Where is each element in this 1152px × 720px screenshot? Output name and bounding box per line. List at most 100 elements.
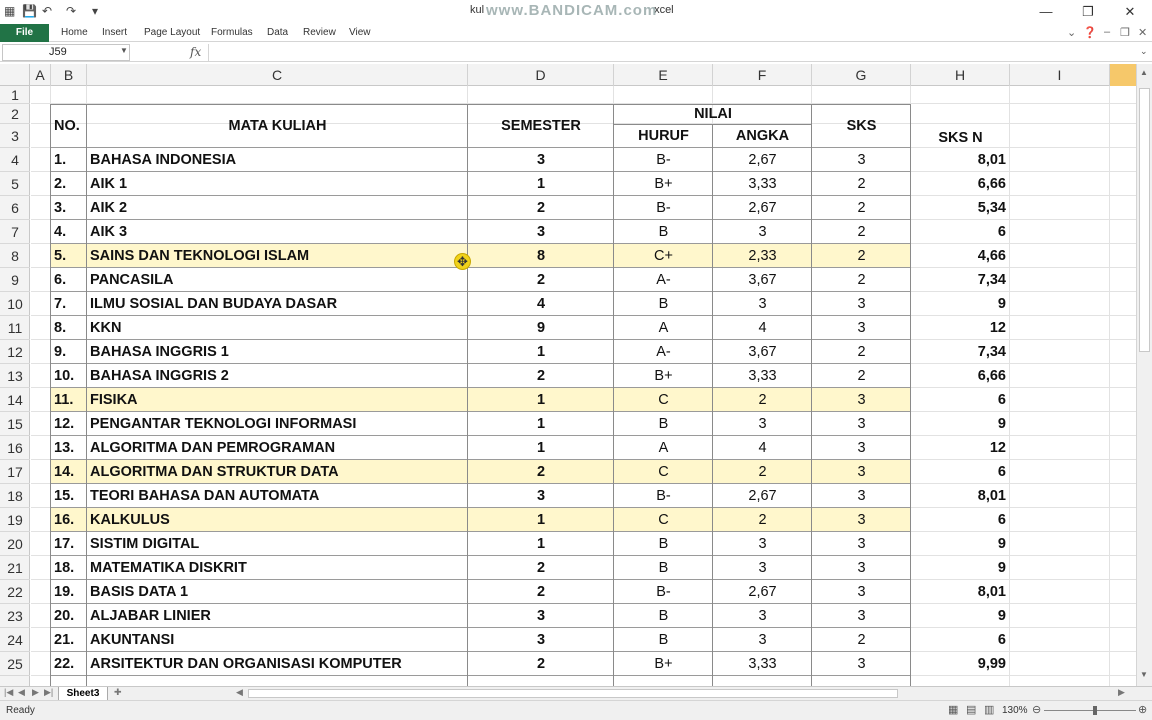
ribbon-minimize-icon[interactable]: – [1104,26,1110,38]
name-box[interactable]: J59 [2,44,130,61]
cell-sks: 2 [857,344,866,360]
cell-angka: 3 [758,416,767,432]
chevron-down-icon[interactable]: ▼ [120,46,128,55]
scroll-right-icon[interactable]: ▶ [1118,687,1125,698]
scroll-down-icon[interactable]: ▼ [1140,670,1148,679]
vertical-scroll-thumb[interactable] [1139,88,1150,352]
scroll-up-icon[interactable]: ▲ [1140,68,1148,77]
row-header[interactable]: 2 [0,104,30,124]
cell-no: 4. [54,224,67,240]
cell-mata-kuliah: PENGANTAR TEKNOLOGI INFORMASI [90,416,357,432]
horizontal-scroll-thumb[interactable] [248,689,898,698]
row-header[interactable]: 24 [0,628,30,652]
row-header[interactable]: 19 [0,508,30,532]
row-header[interactable]: 25 [0,652,30,676]
scroll-left-icon[interactable]: ◀ [236,687,243,698]
cell-sks: 3 [857,536,866,552]
page-break-view-icon[interactable]: ▥ [984,703,994,716]
row-header[interactable]: 22 [0,580,30,604]
row-header[interactable]: 12 [0,340,30,364]
ribbon-restore-icon[interactable]: ❐ [1120,26,1130,39]
expand-formula-bar-icon[interactable]: ⌄ [1140,46,1148,57]
row-header[interactable]: 21 [0,556,30,580]
row-header[interactable]: 7 [0,220,30,244]
column-header-d[interactable]: D [468,64,614,86]
column-header-a[interactable]: A [30,64,51,86]
new-sheet-icon[interactable]: ✚ [114,687,122,698]
row-header[interactable]: 9 [0,268,30,292]
next-sheet-icon[interactable]: ▶ [32,687,39,698]
cell-huruf: B- [656,200,671,216]
row-header[interactable]: 11 [0,316,30,340]
ribbon-close-icon[interactable]: ✕ [1138,26,1147,39]
restore-button[interactable]: ❐ [1078,4,1098,20]
row-header[interactable]: 3 [0,124,30,148]
zoom-out-icon[interactable]: ⊖ [1032,703,1041,716]
row-header[interactable]: 6 [0,196,30,220]
tab-insert[interactable]: Insert [102,27,127,38]
close-button[interactable]: ✕ [1120,4,1140,20]
column-header-h[interactable]: H [911,64,1010,86]
last-sheet-icon[interactable]: ▶| [44,687,53,698]
chevron-down-icon[interactable]: ⌄ [1067,26,1076,39]
column-header-f[interactable]: F [713,64,812,86]
row-header[interactable]: 14 [0,388,30,412]
row-header[interactable]: 8 [0,244,30,268]
zoom-slider-knob[interactable] [1093,706,1097,715]
column-header-g[interactable]: G [812,64,911,86]
zoom-level[interactable]: 130% [1002,705,1028,716]
column-header-c[interactable]: C [87,64,468,86]
row-header[interactable]: 18 [0,484,30,508]
column-header-j[interactable] [1110,64,1136,86]
cell-no: 15. [54,488,75,504]
row-header[interactable]: 15 [0,412,30,436]
zoom-slider[interactable] [1044,710,1136,711]
cell-angka: 3 [758,224,767,240]
sheet-tab-sheet3[interactable]: Sheet3 [58,687,108,701]
row-header[interactable]: 23 [0,604,30,628]
tab-view[interactable]: View [349,27,371,38]
column-header-b[interactable]: B [51,64,87,86]
row-header[interactable]: 4 [0,148,30,172]
page-layout-view-icon[interactable]: ▤ [966,703,976,716]
first-sheet-icon[interactable]: |◀ [4,687,13,698]
cell-mata-kuliah: TEORI BAHASA DAN AUTOMATA [90,488,320,504]
select-all-corner[interactable] [0,64,30,86]
cell-mata-kuliah: ALJABAR LINIER [90,608,211,624]
cell-sks: 3 [857,392,866,408]
tab-file[interactable]: File [0,24,49,42]
tab-review[interactable]: Review [303,27,336,38]
row-header[interactable]: 20 [0,532,30,556]
save-icon[interactable]: 💾 [22,3,37,19]
row-header[interactable]: 10 [0,292,30,316]
cell-semester: 9 [536,320,546,336]
help-icon[interactable]: ❓ [1083,26,1097,39]
column-header-i[interactable]: I [1010,64,1110,86]
tab-formulas[interactable]: Formulas [211,27,253,38]
cell-angka: 3 [758,632,767,648]
cell-huruf: B [658,632,669,648]
minimize-button[interactable]: — [1036,4,1056,19]
row-header[interactable]: 5 [0,172,30,196]
row-header[interactable]: 1 [0,86,30,104]
cell-sks: 3 [857,560,866,576]
zoom-in-icon[interactable]: ⊕ [1138,703,1147,716]
undo-icon[interactable]: ↶ [42,3,52,19]
row-header[interactable]: 16 [0,436,30,460]
redo-icon[interactable]: ↷ [66,3,76,19]
worksheet-grid[interactable]: NO. MATA KULIAH SEMESTER NILAI HURUF ANGKA SKS… [31,86,1136,686]
tab-page-layout[interactable]: Page Layout [144,27,200,38]
tab-home[interactable]: Home [61,27,88,38]
tab-data[interactable]: Data [267,27,288,38]
cell-angka: 3,67 [748,344,777,360]
insert-function-icon[interactable]: fx [190,45,201,59]
customize-toolbar-icon[interactable]: ▾ [92,3,98,19]
formula-input[interactable] [208,44,1136,61]
vertical-scrollbar[interactable]: ▲ ▼ [1136,64,1152,686]
column-header-e[interactable]: E [614,64,713,86]
row-header[interactable]: 17 [0,460,30,484]
cell-sks: 3 [857,320,866,336]
prev-sheet-icon[interactable]: ◀ [18,687,25,698]
normal-view-icon[interactable]: ▦ [948,703,958,716]
row-header[interactable]: 13 [0,364,30,388]
